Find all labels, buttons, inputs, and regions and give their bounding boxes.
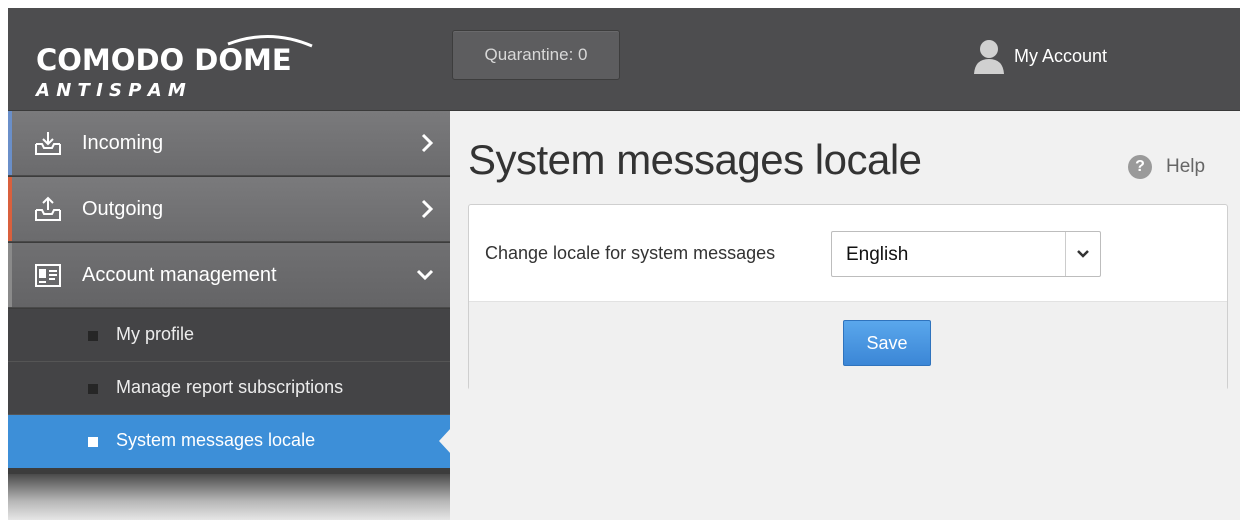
help-label: Help [1166,156,1206,177]
app-window: COMODO DOME A N T I S P A M Quarantine: … [8,8,1240,520]
locale-form-row: Change locale for system messages Englis… [469,205,1227,301]
sidebar-item-incoming[interactable]: Incoming [8,111,450,176]
chevron-down-icon [416,269,434,281]
sidebar-subitem-label: Manage report subscriptions [116,377,344,397]
sidebar-item-label: Outgoing [82,197,164,220]
chevron-right-icon [421,133,434,153]
sidebar-subitem-my-profile[interactable]: My profile [8,309,450,362]
logo-subtitle: A N T I S P A M [34,80,186,101]
panel-footer: Save [469,301,1227,390]
sidebar-footer [8,474,450,520]
comodo-dome-antispam-logo[interactable]: COMODO DOME A N T I S P A M [32,22,332,102]
locale-field-label: Change locale for system messages [485,243,776,263]
locale-settings-panel: Change locale for system messages Englis… [468,204,1228,390]
id-card-icon [35,264,61,287]
bullet-icon [88,437,98,447]
help-question-icon: ? [1128,155,1152,179]
sidebar-item-label: Incoming [82,131,164,154]
bullet-icon [88,331,98,341]
user-icon [974,40,1004,74]
top-header: COMODO DOME A N T I S P A M Quarantine: … [8,8,1240,111]
page-title: System messages locale [468,136,922,183]
active-pointer [439,428,451,454]
my-account-label: My Account [1014,45,1108,66]
chevron-right-icon [421,199,434,219]
bullet-icon [88,384,98,394]
save-button[interactable]: Save [843,320,931,366]
sidebar-item-account-management[interactable]: Account management [8,243,450,308]
sidebar-item-outgoing[interactable]: Outgoing [8,177,450,242]
sidebar-subitem-label: System messages locale [116,430,316,450]
sidebar-item-label: Account management [82,263,277,286]
logo-wordmark: COMODO DOME [36,43,292,77]
sidebar: Incoming Outgoing Account management My … [8,111,451,520]
quarantine-button[interactable]: Quarantine: 0 [452,30,620,80]
locale-select[interactable]: English [831,231,1101,277]
quarantine-label: Quarantine: 0 [484,45,588,64]
sidebar-subitem-system-messages-locale[interactable]: System messages locale [8,415,451,468]
locale-selected-value: English [846,244,909,265]
sidebar-subitem-manage-report-subscriptions[interactable]: Manage report subscriptions [8,362,450,415]
my-account-menu[interactable]: My Account [972,38,1107,74]
save-button-label: Save [866,332,908,353]
chevron-down-icon [1077,250,1089,258]
inbox-download-icon [35,132,61,155]
help-link[interactable]: ? Help [1128,155,1205,179]
outbox-upload-icon [35,196,61,221]
sidebar-subitem-label: My profile [116,324,195,344]
